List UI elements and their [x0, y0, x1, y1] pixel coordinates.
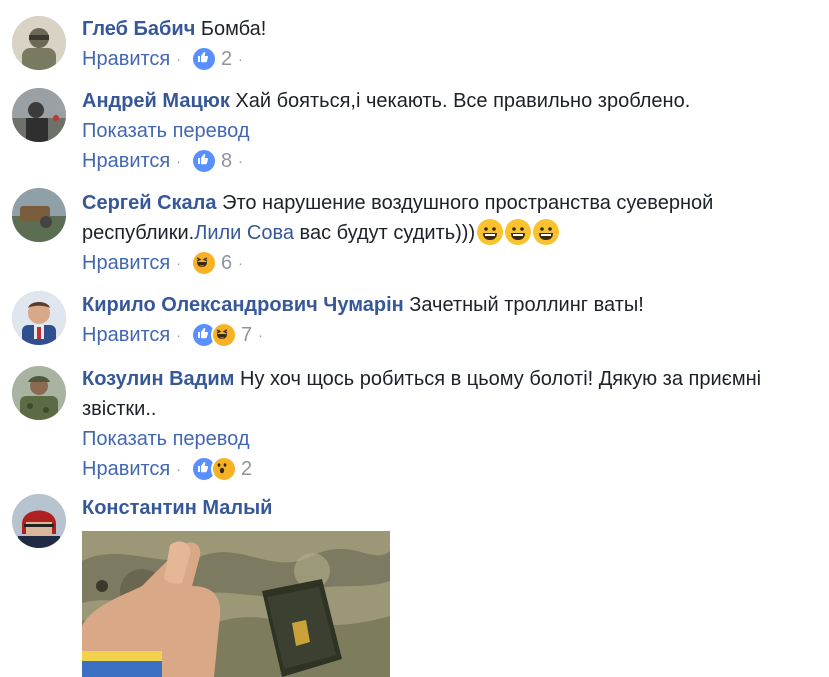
comment-text: Это нарушение воздушного пространства су…: [222, 192, 714, 214]
comment-text-continued: республики.: [82, 222, 195, 244]
separator-dot: ·: [258, 327, 263, 343]
like-button[interactable]: Нравится: [82, 146, 170, 176]
comment-photo[interactable]: [82, 531, 390, 677]
reactions-summary[interactable]: 6 ·: [190, 248, 243, 278]
like-button[interactable]: Нравится: [82, 320, 170, 350]
reaction-count: 6: [220, 252, 233, 274]
grinning-emoji-icon: [533, 219, 560, 245]
laughing-face-icon: [190, 250, 217, 276]
surprised-face-icon: [210, 456, 237, 482]
avatar[interactable]: [12, 494, 66, 548]
reactions-summary[interactable]: 2: [190, 454, 253, 484]
comment-author[interactable]: Глеб Бабич: [82, 18, 195, 40]
reactions-summary[interactable]: 7 ·: [190, 320, 263, 350]
thumbs-up-icon: [190, 46, 217, 72]
reaction-count: 2: [240, 458, 253, 480]
mention-link[interactable]: Лили Сова: [194, 222, 294, 244]
show-translation-link[interactable]: Показать перевод: [82, 424, 821, 454]
reactions-summary[interactable]: 2 ·: [190, 44, 243, 74]
like-button[interactable]: Нравится: [82, 248, 170, 278]
like-button[interactable]: Нравится: [82, 454, 170, 484]
reactions-summary[interactable]: 8 ·: [190, 146, 243, 176]
avatar[interactable]: [12, 16, 66, 70]
comment-text-continued: звістки..: [82, 398, 157, 420]
thumbs-up-icon: [190, 148, 217, 174]
separator-dot: ·: [176, 153, 181, 169]
reaction-count: 8: [220, 150, 233, 172]
grinning-emoji-icon: [505, 219, 532, 245]
comment-author[interactable]: Андрей Мацюк: [82, 90, 230, 112]
comment-text: Ну хоч щось робиться в цьому болоті! Дяк…: [240, 368, 762, 390]
comment-author[interactable]: Козулин Вадим: [82, 368, 234, 390]
show-translation-link[interactable]: Показать перевод: [82, 116, 821, 146]
separator-dot: ·: [176, 461, 181, 477]
separator-dot: ·: [238, 255, 243, 271]
comment-text-end: вас будут судить))): [299, 222, 476, 244]
reaction-count: 7: [240, 324, 253, 346]
separator-dot: ·: [176, 327, 181, 343]
separator-dot: ·: [176, 255, 181, 271]
avatar[interactable]: [12, 291, 66, 345]
separator-dot: ·: [176, 51, 181, 67]
reaction-count: 2: [220, 48, 233, 70]
comment-text: Хай бояться,і чекають. Все правильно зро…: [235, 90, 691, 112]
grinning-emoji-icon: [477, 219, 504, 245]
comment-text: Зачетный троллинг ваты!: [409, 294, 644, 316]
avatar[interactable]: [12, 88, 66, 142]
separator-dot: ·: [238, 51, 243, 67]
separator-dot: ·: [238, 153, 243, 169]
laughing-face-icon: [210, 322, 237, 348]
like-button[interactable]: Нравится: [82, 44, 170, 74]
comment-text: Бомба!: [200, 18, 267, 40]
comment-author[interactable]: Константин Малый: [82, 497, 272, 519]
avatar[interactable]: [12, 188, 66, 242]
avatar[interactable]: [12, 366, 66, 420]
comment-author[interactable]: Сергей Скала: [82, 192, 217, 214]
comment-author[interactable]: Кирило Олександрович Чумарін: [82, 294, 404, 316]
